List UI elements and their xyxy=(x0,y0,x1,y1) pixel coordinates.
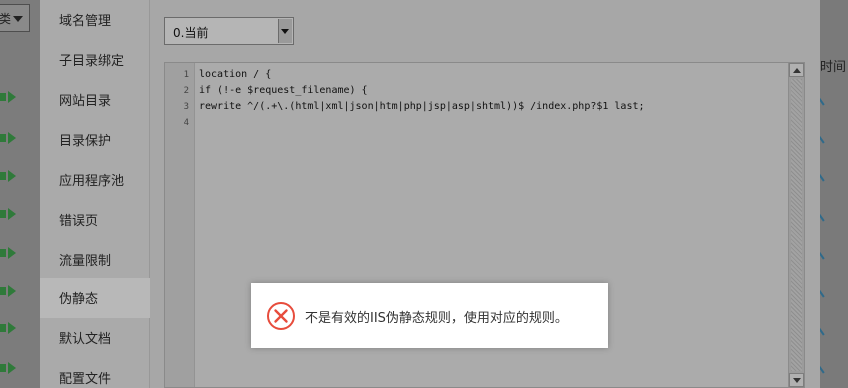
sidebar-item-rewrite[interactable]: 伪静态 xyxy=(40,278,151,318)
scroll-track[interactable] xyxy=(791,79,802,371)
line-number: 2 xyxy=(183,86,189,96)
sidebar-item-default-document[interactable]: 默认文档 xyxy=(40,318,150,358)
sidebar-item-label: 域名管理 xyxy=(59,14,112,29)
play-icon xyxy=(0,169,20,183)
play-icon xyxy=(0,321,20,335)
sidebar-item-label: 流量限制 xyxy=(59,254,112,269)
line-number: 1 xyxy=(183,70,189,80)
select-dropdown-button[interactable] xyxy=(278,19,292,43)
background-select-text: 类 xyxy=(0,12,12,26)
sidebar-item-label: 错误页 xyxy=(59,214,99,229)
sidebar-item-label: 子目录绑定 xyxy=(59,54,125,69)
sidebar-item-traffic-limit[interactable]: 流量限制 xyxy=(40,240,150,280)
sidebar-item-label: 目录保护 xyxy=(59,134,112,149)
sidebar-item-label: 配置文件 xyxy=(59,372,112,387)
play-icon xyxy=(0,361,20,375)
sidebar-item-label: 网站目录 xyxy=(59,94,112,109)
background-type-select: 类 xyxy=(0,4,30,32)
error-circle-icon xyxy=(267,302,295,330)
code-line[interactable]: if (!-e $request_filename) { xyxy=(199,85,368,96)
line-number-gutter: 1 2 3 4 xyxy=(165,63,195,387)
sidebar-item-site-directory[interactable]: 网站目录 xyxy=(40,80,150,120)
play-icon xyxy=(0,90,20,104)
rewrite-rule-select[interactable]: 0.当前 xyxy=(164,17,294,45)
scroll-down-arrow-icon[interactable] xyxy=(789,373,804,387)
sidebar-item-config-file[interactable]: 配置文件 xyxy=(40,358,150,388)
sidebar-item-label: 默认文档 xyxy=(59,332,112,347)
code-line[interactable]: rewrite ^/(.+\.(html|xml|json|htm|php|js… xyxy=(199,101,645,112)
chevron-down-icon xyxy=(13,16,23,22)
rewrite-rule-select-value: 0.当前 xyxy=(173,26,209,40)
sidebar-item-error-page[interactable]: 错误页 xyxy=(40,200,150,240)
line-number: 4 xyxy=(183,118,189,128)
sidebar-item-directory-protection[interactable]: 目录保护 xyxy=(40,120,150,160)
background-column-header: 时间 xyxy=(820,60,847,75)
play-icon xyxy=(0,207,20,221)
play-icon xyxy=(0,284,20,298)
error-toast: 不是有效的IIS伪静态规则，使用对应的规则。 xyxy=(251,283,608,348)
sidebar-item-domain-management[interactable]: 域名管理 xyxy=(40,0,150,40)
chevron-down-icon xyxy=(281,29,289,34)
sidebar-item-app-pool[interactable]: 应用程序池 xyxy=(40,160,150,200)
play-icon xyxy=(0,131,20,145)
editor-scrollbar[interactable] xyxy=(788,63,804,387)
sidebar-item-label: 应用程序池 xyxy=(59,174,125,189)
sidebar-item-subdirectory-binding[interactable]: 子目录绑定 xyxy=(40,40,150,80)
sidebar-item-label: 伪静态 xyxy=(59,292,99,307)
line-number: 3 xyxy=(183,102,189,112)
toast-message: 不是有效的IIS伪静态规则，使用对应的规则。 xyxy=(305,311,568,326)
code-line[interactable]: location / { xyxy=(199,69,271,80)
play-icon xyxy=(0,246,20,260)
scroll-up-arrow-icon[interactable] xyxy=(789,63,804,77)
